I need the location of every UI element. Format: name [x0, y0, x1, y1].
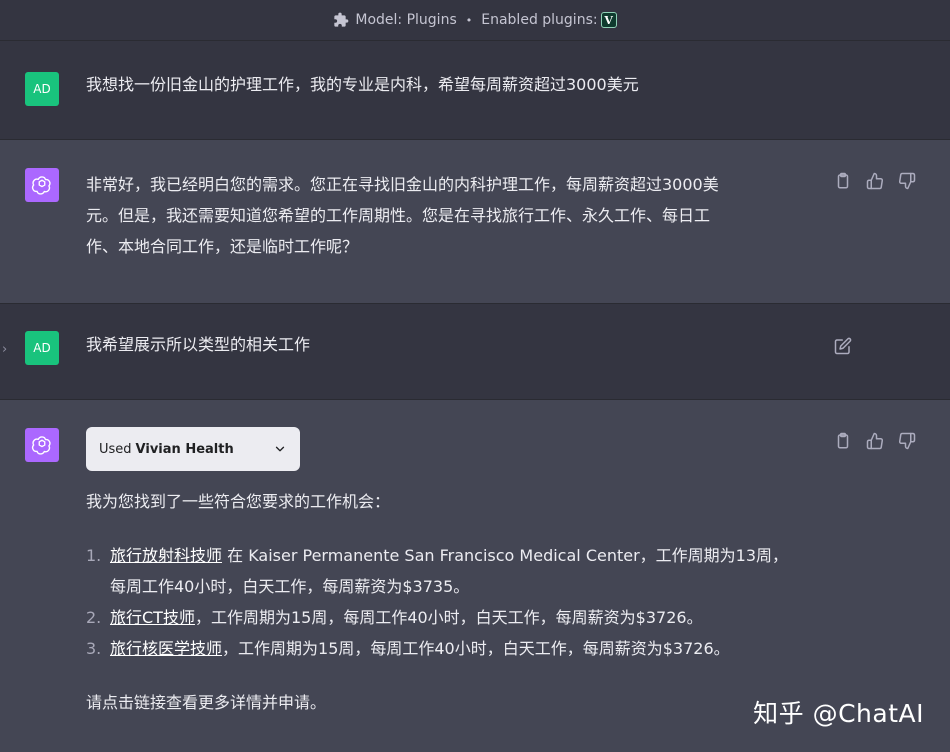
model-bar: Model: Plugins • Enabled plugins: V: [0, 0, 950, 41]
job-list: 1. 旅行放射科技师 在 Kaiser Permanente San Franc…: [86, 540, 806, 664]
edit-icon[interactable]: [834, 337, 852, 355]
text-line: 元。但是，我还需要知道您希望的工作周期性。您是在寻找旅行工作、永久工作、每日工: [86, 206, 711, 225]
collapse-arrow-icon[interactable]: ›: [2, 342, 7, 357]
plugin-name: Vivian Health: [135, 441, 234, 457]
model-label: Model: Plugins: [355, 12, 457, 28]
job-link-ct-tech[interactable]: 旅行CT技师: [110, 608, 195, 627]
list-item: 2. 旅行CT技师，工作周期为15周，每周工作40小时，白天工作，每周薪资为$3…: [86, 602, 806, 633]
chat-page: Model: Plugins • Enabled plugins: V AD 我…: [0, 0, 950, 752]
list-number: 1.: [86, 546, 102, 565]
user-message-2: › AD 我希望展示所以类型的相关工作: [0, 304, 950, 400]
clipboard-icon[interactable]: [834, 432, 852, 450]
job-details-cont: 每周工作40小时，白天工作，每周薪资为$3735。: [110, 577, 470, 596]
plugin-used-dropdown[interactable]: Used Vivian Health: [86, 427, 300, 471]
job-link-nuclear-medicine-tech[interactable]: 旅行核医学技师: [110, 639, 222, 658]
list-number: 3.: [86, 639, 102, 658]
message-actions: [834, 172, 916, 190]
user-avatar: AD: [25, 331, 59, 365]
assistant-message-text: 非常好，我已经明白您的需求。您正在寻找旧金山的内科护理工作，每周薪资超过3000…: [86, 169, 806, 262]
separator-dot: •: [465, 13, 473, 27]
job-details: ，工作周期为15周，每周工作40小时，白天工作，每周薪资为$3726。: [222, 639, 730, 658]
zhihu-watermark: 知乎 @ChatAI: [753, 699, 924, 728]
chevron-down-icon: [275, 446, 285, 452]
thumbs-down-icon[interactable]: [898, 172, 916, 190]
user-message-1: AD 我想找一份旧金山的护理工作，我的专业是内科，希望每周薪资超过3000美元: [0, 41, 950, 140]
puzzle-icon: [334, 12, 349, 27]
text-line: 非常好，我已经明白您的需求。您正在寻找旧金山的内科护理工作，每周薪资超过3000…: [86, 175, 719, 194]
list-number: 2.: [86, 608, 102, 627]
text-line: 作、本地合同工作，还是临时工作呢？: [86, 237, 359, 256]
job-details: 在 Kaiser Permanente San Francisco Medica…: [222, 546, 789, 565]
thumbs-up-icon[interactable]: [866, 432, 884, 450]
clipboard-icon[interactable]: [834, 172, 852, 190]
enabled-plugins-label: Enabled plugins:: [481, 12, 598, 28]
thumbs-down-icon[interactable]: [898, 432, 916, 450]
intro-text: 我为您找到了一些符合您要求的工作机会：: [86, 492, 391, 511]
list-item: 3. 旅行核医学技师，工作周期为15周，每周工作40小时，白天工作，每周薪资为$…: [86, 633, 806, 664]
user-avatar: AD: [25, 72, 59, 106]
chatgpt-avatar: [25, 168, 59, 202]
openai-logo-icon: [31, 436, 51, 455]
outro-text: 请点击链接查看更多详情并申请。: [86, 693, 327, 712]
assistant-message-1: 非常好，我已经明白您的需求。您正在寻找旧金山的内科护理工作，每周薪资超过3000…: [0, 140, 950, 304]
openai-logo-icon: [31, 176, 51, 195]
vivian-health-plugin-icon[interactable]: V: [600, 12, 617, 28]
thumbs-up-icon[interactable]: [866, 172, 884, 190]
plugin-used-label: Used: [99, 441, 132, 457]
job-link-radiology-tech[interactable]: 旅行放射科技师: [110, 546, 222, 565]
assistant-message-text: 我为您找到了一些符合您要求的工作机会： 1. 旅行放射科技师 在 Kaiser …: [86, 486, 806, 718]
user-message-text: 我希望展示所以类型的相关工作: [86, 335, 311, 354]
chatgpt-avatar: [25, 428, 59, 462]
message-actions: [834, 432, 916, 450]
job-details: ，工作周期为15周，每周工作40小时，白天工作，每周薪资为$3726。: [194, 608, 703, 627]
user-message-text: 我想找一份旧金山的护理工作，我的专业是内科，希望每周薪资超过3000美元: [86, 75, 639, 94]
list-item: 1. 旅行放射科技师 在 Kaiser Permanente San Franc…: [86, 540, 806, 602]
